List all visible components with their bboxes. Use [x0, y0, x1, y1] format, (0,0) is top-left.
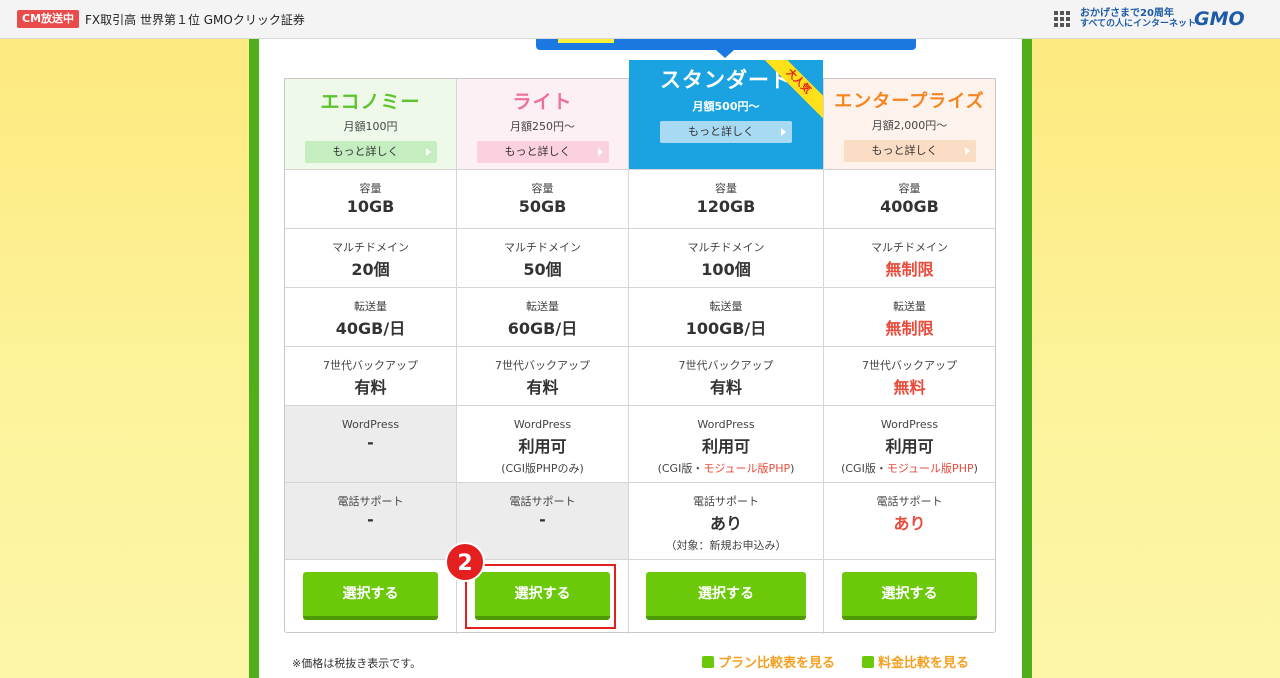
plan-header: ライト 月額250円〜 もっと詳しく: [457, 79, 628, 170]
domain-value: 50個: [523, 260, 562, 279]
wordpress-note: (CGI版・モジュール版PHP): [841, 462, 978, 475]
plan-name: エンタープライズ: [834, 91, 985, 112]
arrow-right-icon: [862, 656, 874, 668]
backup-value: 有料: [709, 378, 742, 397]
transfer-label: 転送量: [893, 300, 926, 313]
capacity-value: 50GB: [518, 197, 567, 216]
domain-value: 無制限: [885, 260, 934, 279]
capacity-value: 400GB: [880, 197, 939, 216]
backup-value: 無料: [893, 378, 926, 397]
domain-label: マルチドメイン: [687, 241, 765, 254]
price-comparison-link[interactable]: 料金比較を見る: [862, 652, 969, 671]
select-button-enterprise[interactable]: 選択する: [842, 572, 977, 620]
backup-label: 7世代バックアップ: [495, 359, 590, 372]
plan-header: 大人気 スタンダード 月額500円〜 もっと詳しく: [629, 60, 823, 170]
wordpress-label: WordPress: [697, 418, 755, 431]
capacity-value: 10GB: [346, 197, 395, 216]
wordpress-label: WordPress: [341, 418, 400, 431]
wordpress-value: -: [367, 433, 374, 452]
plan-header: エコノミー 月額100円 もっと詳しく: [285, 79, 456, 170]
domain-value: 100個: [701, 260, 751, 279]
domain-value: 20個: [351, 260, 390, 279]
backup-label: 7世代バックアップ: [678, 359, 774, 372]
more-details-button[interactable]: もっと詳しく: [476, 141, 609, 163]
backup-label: 7世代バックアップ: [323, 359, 418, 372]
plan-comparison-table: エコノミー 月額100円 もっと詳しく 容量 10GB マルチドメイン 20個 転送…: [284, 60, 996, 634]
wordpress-note: (CGI版・モジュール版PHP): [657, 462, 795, 475]
more-details-button[interactable]: もっと詳しく: [304, 141, 437, 163]
popular-ribbon: 大人気: [759, 60, 823, 124]
capacity-label: 容量: [898, 182, 921, 195]
top-banner: CM放送中 FX取引高 世界第１位 GMOクリック証券 おかげさまで20周年 す…: [0, 0, 1280, 39]
plan-column-economy: エコノミー 月額100円 もっと詳しく 容量 10GB マルチドメイン 20個 転送…: [285, 79, 457, 634]
transfer-label: 転送量: [709, 300, 743, 313]
wordpress-note: (CGI版PHPのみ): [501, 462, 584, 475]
wordpress-value: 利用可: [885, 437, 934, 456]
domain-label: マルチドメイン: [871, 241, 948, 254]
backup-label: 7世代バックアップ: [862, 359, 957, 372]
capacity-label: 容量: [359, 182, 382, 195]
gmo-slogan: おかげさまで20周年 すべての人にインターネット: [1080, 8, 1197, 29]
wordpress-value: 利用可: [701, 437, 750, 456]
phone-support-label: 電話サポート: [337, 495, 404, 508]
gmo-logo[interactable]: GMO: [1194, 8, 1245, 30]
phone-support-value: -: [539, 510, 546, 529]
plan-column-standard: 大人気 スタンダード 月額500円〜 もっと詳しく 容量 120GB マルチドメイ…: [629, 60, 824, 634]
capacity-label: 容量: [715, 182, 737, 195]
plan-column-enterprise: エンタープライズ 月額2,000円〜 もっと詳しく 容量 400GB マルチドメイ…: [824, 79, 995, 634]
plan-name: ライト: [512, 91, 573, 113]
highlight-outline: [465, 564, 616, 629]
plan-price: 月額2,000円〜: [871, 119, 948, 132]
plan-header-tab: [536, 39, 916, 58]
plan-column-light: ライト 月額250円〜 もっと詳しく 容量 50GB マルチドメイン 50個 転送量…: [457, 79, 629, 634]
plan-header: エンタープライズ 月額2,000円〜 もっと詳しく: [824, 79, 995, 170]
plan-name: エコノミー: [320, 91, 421, 113]
phone-support-note: （対象：新規お申込み）: [665, 539, 787, 552]
plan-price: 月額100円: [343, 120, 398, 133]
select-button-standard[interactable]: 選択する: [646, 572, 806, 620]
more-details-button[interactable]: もっと詳しく: [843, 140, 976, 162]
backup-value: 有料: [354, 378, 387, 397]
phone-support-label: 電話サポート: [509, 495, 576, 508]
backup-value: 有料: [526, 378, 559, 397]
ad-text[interactable]: FX取引高 世界第１位 GMOクリック証券: [85, 11, 305, 28]
wordpress-label: WordPress: [513, 418, 572, 431]
wordpress-value: 利用可: [518, 437, 567, 456]
transfer-value: 40GB/日: [335, 319, 406, 338]
phone-support-value: あり: [893, 514, 926, 533]
phone-support-value: あり: [709, 514, 742, 533]
capacity-label: 容量: [531, 182, 554, 195]
phone-support-value: -: [367, 510, 374, 529]
plan-price: 月額250円〜: [510, 120, 575, 133]
domain-label: マルチドメイン: [504, 241, 581, 254]
tax-note: ※価格は税抜き表示です。: [292, 657, 422, 670]
capacity-value: 120GB: [696, 197, 756, 216]
domain-label: マルチドメイン: [332, 241, 409, 254]
transfer-label: 転送量: [354, 300, 387, 313]
transfer-label: 転送量: [526, 300, 559, 313]
transfer-value: 無制限: [885, 319, 934, 338]
phone-support-label: 電話サポート: [876, 495, 943, 508]
more-details-button[interactable]: もっと詳しく: [660, 121, 792, 143]
step-number-badge: 2: [445, 542, 485, 582]
apps-grid-icon[interactable]: [1054, 11, 1070, 27]
cm-badge: CM放送中: [17, 10, 80, 28]
phone-support-label: 電話サポート: [693, 495, 759, 508]
wordpress-label: WordPress: [880, 418, 939, 431]
transfer-value: 100GB/日: [685, 319, 767, 338]
arrow-right-icon: [702, 656, 714, 668]
transfer-value: 60GB/日: [507, 319, 578, 338]
select-button-economy[interactable]: 選択する: [303, 572, 438, 620]
plan-comparison-link[interactable]: プラン比較表を見る: [702, 652, 835, 671]
